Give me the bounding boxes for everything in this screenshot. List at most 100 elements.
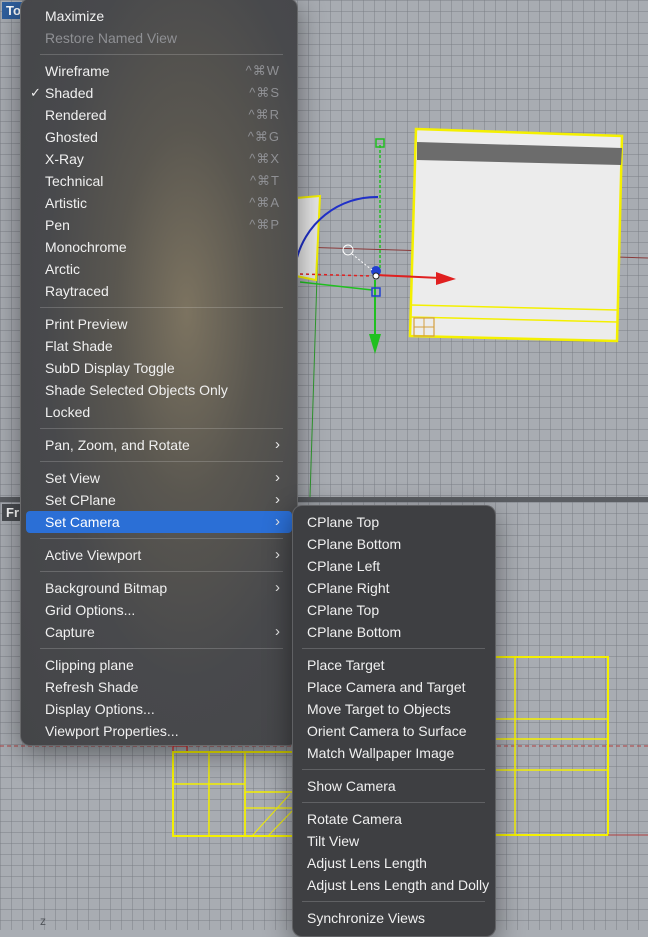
- submenu-item-place-camera-target[interactable]: Place Camera and Target: [298, 676, 490, 698]
- menu-item-label: Raytraced: [45, 283, 109, 299]
- menu-item-raytraced[interactable]: Raytraced: [26, 280, 292, 302]
- submenu-item-match-wallpaper-image[interactable]: Match Wallpaper Image: [298, 742, 490, 764]
- shortcut-label: ^⌘R: [248, 107, 280, 122]
- chevron-right-icon: ›: [275, 623, 280, 640]
- menu-item-label: Restore Named View: [45, 30, 178, 46]
- menu-item-rendered[interactable]: Rendered ^⌘R: [26, 104, 292, 126]
- menu-item-label: Place Camera and Target: [307, 679, 466, 695]
- submenu-item-move-target-to-objects[interactable]: Move Target to Objects: [298, 698, 490, 720]
- viewport-context-menu: Maximize Restore Named View Wireframe ^⌘W…: [20, 0, 298, 746]
- menu-item-technical[interactable]: Technical ^⌘T: [26, 170, 292, 192]
- menu-item-label: SubD Display Toggle: [45, 360, 175, 376]
- menu-separator: [40, 538, 283, 539]
- menu-item-arctic[interactable]: Arctic: [26, 258, 292, 280]
- menu-separator: [302, 802, 485, 803]
- submenu-item-cplane-top-2[interactable]: CPlane Top: [298, 599, 490, 621]
- menu-item-label: Viewport Properties...: [45, 723, 179, 739]
- menu-item-x-ray[interactable]: X-Ray ^⌘X: [26, 148, 292, 170]
- menu-separator: [302, 648, 485, 649]
- menu-item-label: CPlane Left: [307, 558, 381, 574]
- menu-item-viewport-properties[interactable]: Viewport Properties...: [26, 720, 292, 742]
- menu-item-ghosted[interactable]: Ghosted ^⌘G: [26, 126, 292, 148]
- menu-item-set-view[interactable]: Set View ›: [26, 467, 292, 489]
- shortcut-label: ^⌘P: [249, 217, 280, 232]
- menu-item-label: Pan, Zoom, and Rotate: [45, 437, 190, 453]
- submenu-item-cplane-left[interactable]: CPlane Left: [298, 555, 490, 577]
- shortcut-label: ^⌘G: [247, 129, 280, 144]
- submenu-item-adjust-lens-dolly[interactable]: Adjust Lens Length and Dolly: [298, 874, 490, 896]
- chevron-right-icon: ›: [275, 579, 280, 596]
- menu-separator: [40, 428, 283, 429]
- menu-item-wireframe[interactable]: Wireframe ^⌘W: [26, 60, 292, 82]
- gizmo-scale-handle[interactable]: [342, 244, 354, 256]
- menu-item-artistic[interactable]: Artistic ^⌘A: [26, 192, 292, 214]
- menu-item-monochrome[interactable]: Monochrome: [26, 236, 292, 258]
- menu-item-label: Set View: [45, 470, 100, 486]
- menu-item-label: Monochrome: [45, 239, 127, 255]
- gizmo-y-arrow-icon[interactable]: [369, 334, 381, 354]
- menu-item-shaded[interactable]: ✓ Shaded ^⌘S: [26, 82, 292, 104]
- menu-item-label: Rendered: [45, 107, 107, 123]
- menu-item-capture[interactable]: Capture ›: [26, 621, 292, 643]
- menu-separator: [40, 54, 283, 55]
- submenu-item-show-camera[interactable]: Show Camera: [298, 775, 490, 797]
- menu-item-background-bitmap[interactable]: Background Bitmap ›: [26, 577, 292, 599]
- menu-item-label: Locked: [45, 404, 91, 420]
- shortcut-label: ^⌘S: [249, 85, 280, 100]
- checkmark-icon: ✓: [30, 85, 41, 100]
- menu-item-label: Flat Shade: [45, 338, 113, 354]
- menu-item-clipping-plane[interactable]: Clipping plane: [26, 654, 292, 676]
- gizmo-center[interactable]: [372, 272, 380, 280]
- menu-item-active-viewport[interactable]: Active Viewport ›: [26, 544, 292, 566]
- menu-item-label: Capture: [45, 624, 95, 640]
- menu-item-label: Adjust Lens Length and Dolly: [307, 877, 490, 893]
- menu-item-pan-zoom-rotate[interactable]: Pan, Zoom, and Rotate ›: [26, 434, 292, 456]
- front-axis-label: z: [40, 914, 46, 928]
- menu-item-print-preview[interactable]: Print Preview: [26, 313, 292, 335]
- shortcut-label: ^⌘A: [249, 195, 280, 210]
- menu-separator: [40, 571, 283, 572]
- submenu-item-tilt-view[interactable]: Tilt View: [298, 830, 490, 852]
- menu-item-flat-shade[interactable]: Flat Shade: [26, 335, 292, 357]
- front-left-object-hatch: [267, 807, 296, 837]
- front-left-object[interactable]: [172, 751, 296, 837]
- chevron-right-icon: ›: [275, 513, 280, 530]
- menu-item-grid-options[interactable]: Grid Options...: [26, 599, 292, 621]
- menu-item-set-cplane[interactable]: Set CPlane ›: [26, 489, 292, 511]
- menu-item-display-options[interactable]: Display Options...: [26, 698, 292, 720]
- submenu-item-synchronize-views[interactable]: Synchronize Views: [298, 907, 490, 929]
- gizmo-guide-line: [299, 281, 373, 291]
- menu-item-subd-display-toggle[interactable]: SubD Display Toggle: [26, 357, 292, 379]
- menu-item-maximize[interactable]: Maximize: [26, 5, 292, 27]
- panel-object[interactable]: [295, 194, 322, 282]
- chevron-right-icon: ›: [275, 546, 280, 563]
- submenu-item-cplane-bottom[interactable]: CPlane Bottom: [298, 533, 490, 555]
- submenu-item-cplane-right[interactable]: CPlane Right: [298, 577, 490, 599]
- submenu-item-cplane-top[interactable]: CPlane Top: [298, 511, 490, 533]
- menu-item-label: Rotate Camera: [307, 811, 402, 827]
- menu-item-pen[interactable]: Pen ^⌘P: [26, 214, 292, 236]
- menu-item-label: Display Options...: [45, 701, 155, 717]
- submenu-item-place-target[interactable]: Place Target: [298, 654, 490, 676]
- menu-item-set-camera[interactable]: Set Camera ›: [26, 511, 292, 533]
- menu-item-shade-selected-only[interactable]: Shade Selected Objects Only: [26, 379, 292, 401]
- menu-item-label: Wireframe: [45, 63, 110, 79]
- chevron-right-icon: ›: [275, 491, 280, 508]
- set-camera-submenu: CPlane Top CPlane Bottom CPlane Left CPl…: [292, 505, 496, 937]
- submenu-item-cplane-bottom-2[interactable]: CPlane Bottom: [298, 621, 490, 643]
- menu-item-label: Set Camera: [45, 514, 120, 530]
- submenu-item-rotate-camera[interactable]: Rotate Camera: [298, 808, 490, 830]
- menu-item-label: CPlane Right: [307, 580, 390, 596]
- menu-item-label: Maximize: [45, 8, 105, 24]
- menu-separator: [40, 648, 283, 649]
- menu-item-label: Shade Selected Objects Only: [45, 382, 228, 398]
- submenu-item-adjust-lens-length[interactable]: Adjust Lens Length: [298, 852, 490, 874]
- submenu-item-orient-camera-to-surface[interactable]: Orient Camera to Surface: [298, 720, 490, 742]
- front-left-object-panel: [244, 791, 296, 837]
- menu-item-label: CPlane Bottom: [307, 536, 402, 552]
- menu-item-locked[interactable]: Locked: [26, 401, 292, 423]
- menu-item-refresh-shade[interactable]: Refresh Shade: [26, 676, 292, 698]
- menu-separator: [302, 769, 485, 770]
- front-left-object-hatch: [251, 793, 291, 837]
- menu-item-label: CPlane Top: [307, 602, 380, 618]
